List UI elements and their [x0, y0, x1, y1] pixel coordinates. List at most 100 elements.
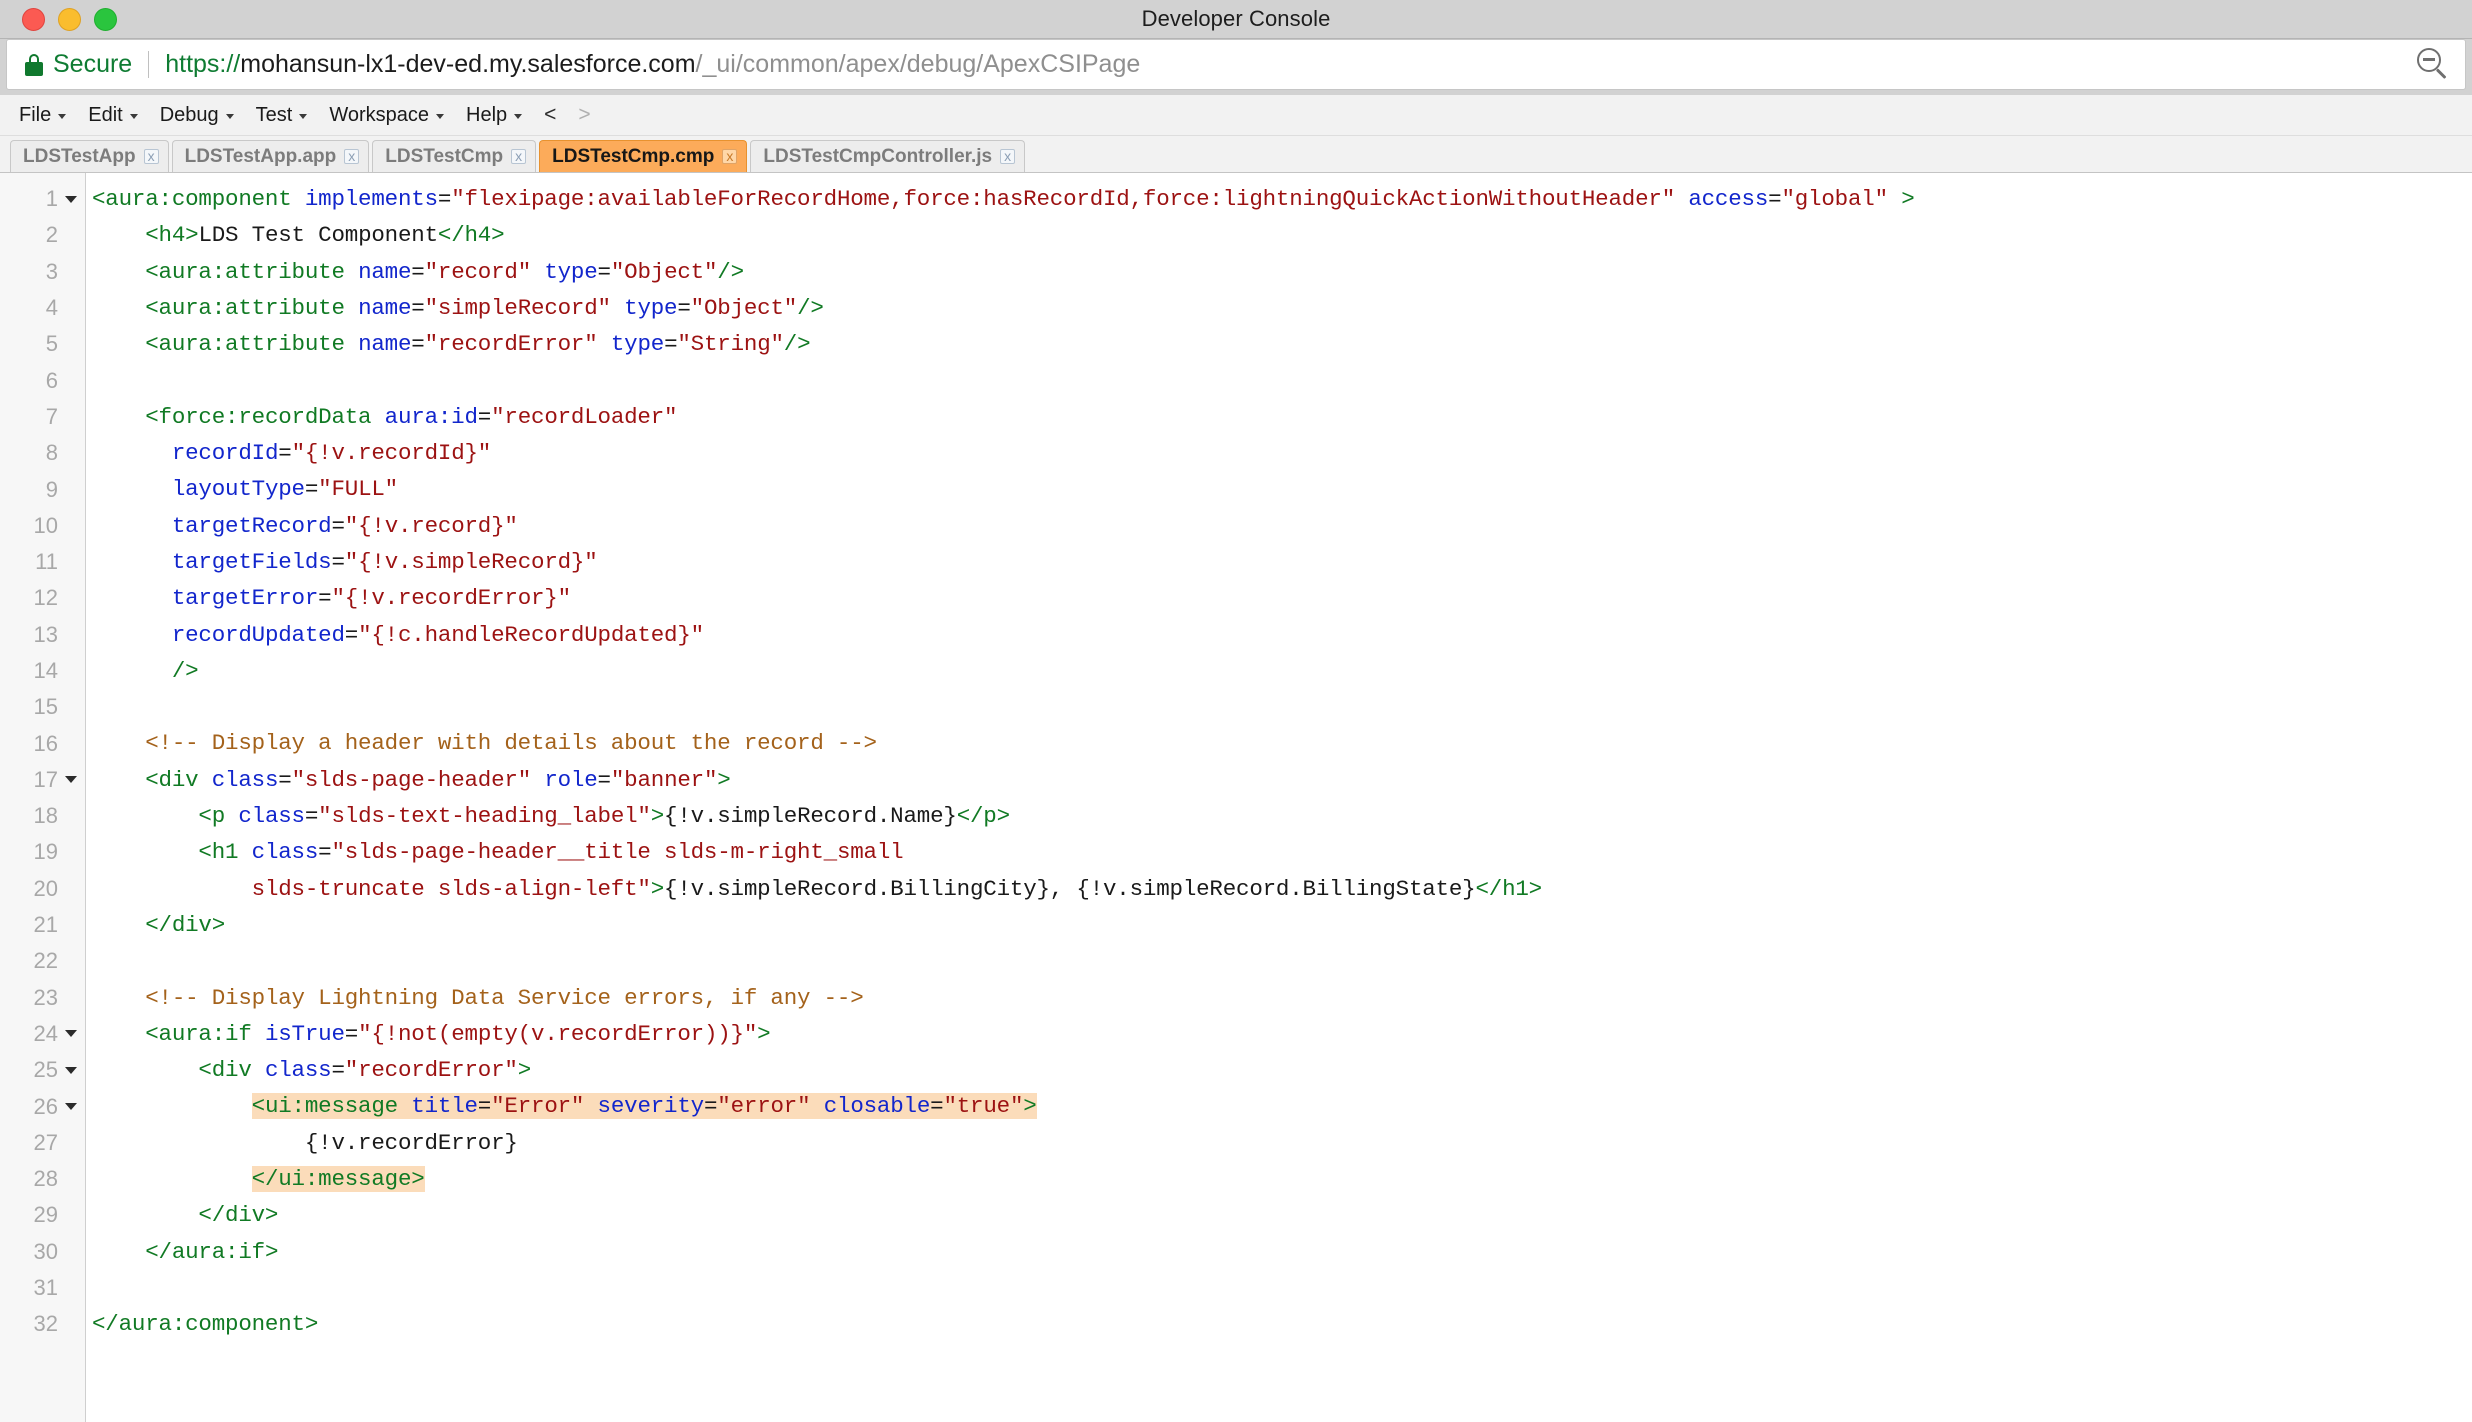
close-icon[interactable]: x [722, 149, 738, 164]
close-icon[interactable]: x [143, 149, 159, 164]
code-line[interactable]: </div> [86, 1197, 2472, 1233]
code-line[interactable]: <div class="slds-page-header" role="bann… [86, 762, 2472, 798]
code-line[interactable]: recordId="{!v.recordId}" [86, 435, 2472, 471]
code-editor[interactable]: 1 2 3 4 5 6 7 8 9 10 11 12 13 14 15 16 17 18 19 20 21 22 23 24 2… [0, 173, 2472, 1422]
editor-tab-ldstestcmpcontroller-js[interactable]: LDSTestCmpController.js x [750, 140, 1026, 172]
code-token-pun: = [331, 512, 345, 539]
code-line[interactable]: targetRecord="{!v.record}" [86, 508, 2472, 544]
zoom-out-icon[interactable] [2417, 47, 2451, 82]
fold-toggle-icon[interactable] [63, 1103, 79, 1111]
menu-edit-label: Edit [88, 103, 123, 126]
code-token-str: "slds-text-heading_label" [318, 803, 651, 830]
code-token-tag: <div [145, 766, 212, 793]
code-line[interactable]: {!v.recordError} [86, 1125, 2472, 1161]
code-line[interactable] [86, 362, 2472, 398]
code-line[interactable] [86, 1270, 2472, 1306]
code-content[interactable]: <aura:component implements = "flexipage:av… [86, 173, 2472, 1422]
url-text[interactable]: https://mohansun-lx1-dev-ed.my.salesforc… [165, 50, 2405, 79]
nav-next-button[interactable]: > [567, 95, 601, 135]
line-number-row: 10 [0, 508, 85, 544]
code-line[interactable]: <aura:component implements="flexipage:av… [86, 181, 2472, 217]
browser-toolbar: Secure https://mohansun-lx1-dev-ed.my.sa… [0, 39, 2472, 95]
menu-file[interactable]: File [8, 95, 77, 135]
line-number-row: 13 [0, 617, 85, 653]
code-token-str: "Error" [491, 1093, 585, 1120]
fold-toggle-icon[interactable] [63, 1030, 79, 1038]
fold-toggle-icon[interactable] [63, 776, 79, 784]
window-title: Developer Console [1141, 6, 1331, 31]
menu-file-label: File [19, 103, 52, 126]
code-token-pun: = [930, 1093, 944, 1120]
close-icon[interactable]: x [1000, 149, 1016, 164]
code-line[interactable]: targetError="{!v.recordError}" [86, 580, 2472, 616]
menu-test[interactable]: Test [245, 95, 319, 135]
line-number-row: 30 [0, 1234, 85, 1270]
code-line[interactable]: targetFields="{!v.simpleRecord}" [86, 544, 2472, 580]
code-token-str: "String" [677, 331, 784, 358]
code-token-txt: {!v.recordError} [92, 1129, 518, 1156]
editor-tab-ldstestapp-app[interactable]: LDSTestApp.app x [171, 140, 370, 172]
line-number-gutter: 1 2 3 4 5 6 7 8 9 10 11 12 13 14 15 16 17 18 19 20 21 22 23 24 2… [0, 173, 86, 1422]
code-line[interactable]: </ui:message> [86, 1161, 2472, 1197]
code-token-pun: = [278, 766, 292, 793]
code-line[interactable]: <aura:if isTrue="{!not(empty(v.recordErr… [86, 1016, 2472, 1052]
code-line[interactable]: <div class="recordError"> [86, 1052, 2472, 1088]
line-number-row: 14 [0, 653, 85, 689]
menu-workspace[interactable]: Workspace [318, 95, 455, 135]
menu-debug[interactable]: Debug [149, 95, 245, 135]
menu-help[interactable]: Help [455, 95, 533, 135]
menu-edit[interactable]: Edit [77, 95, 148, 135]
code-line[interactable]: <aura:attribute name="recordError" type=… [86, 326, 2472, 362]
code-token-str: "Object" [610, 258, 718, 285]
code-line[interactable]: /> [86, 653, 2472, 689]
menu-workspace-label: Workspace [329, 103, 429, 126]
editor-tab-ldstestcmp-cmp[interactable]: LDSTestCmp.cmp x [539, 140, 748, 172]
code-token-str: "banner" [610, 766, 718, 793]
address-bar-divider [148, 51, 150, 78]
line-number-row: 3 [0, 254, 85, 290]
code-line[interactable]: <aura:attribute name="record" type="Obje… [86, 254, 2472, 290]
code-token-tag: > [1901, 186, 1915, 212]
code-line[interactable]: <h4>LDS Test Component</h4> [86, 217, 2472, 253]
code-line[interactable]: layoutType="FULL" [86, 471, 2472, 507]
code-token-pun: = [677, 294, 691, 321]
code-token-tag: <aura:attribute [145, 331, 359, 358]
code-line[interactable]: <h1 class="slds-page-header__title slds-… [86, 834, 2472, 870]
code-token-str: "recordError" [424, 331, 598, 358]
code-line[interactable]: <!-- Display Lightning Data Service erro… [86, 980, 2472, 1016]
address-bar[interactable]: Secure https://mohansun-lx1-dev-ed.my.sa… [6, 39, 2466, 90]
code-line[interactable]: <aura:attribute name="simpleRecord" type… [86, 290, 2472, 326]
code-line[interactable]: recordUpdated="{!c.handleRecordUpdated}" [86, 617, 2472, 653]
code-line[interactable]: slds-truncate slds-align-left">{!v.simpl… [86, 871, 2472, 907]
code-line[interactable]: <ui:message title="Error" severity="erro… [86, 1088, 2472, 1124]
editor-tabbar: LDSTestApp x LDSTestApp.app x LDSTestCmp x LDS… [0, 136, 2472, 173]
editor-tab-ldstestapp[interactable]: LDSTestApp x [10, 140, 169, 172]
code-token-pun: = [437, 186, 452, 212]
code-token-pun: = [477, 403, 492, 430]
code-line[interactable]: <!-- Display a header with details about… [86, 725, 2472, 761]
nav-previous-button[interactable]: < [533, 95, 567, 135]
code-line[interactable]: </aura:if> [86, 1234, 2472, 1270]
code-line[interactable] [86, 943, 2472, 979]
code-token-attr: type [610, 331, 665, 358]
close-icon[interactable]: x [511, 149, 527, 164]
fold-toggle-icon[interactable] [63, 1066, 79, 1074]
editor-tab-ldstestcmp[interactable]: LDSTestCmp x [372, 140, 537, 172]
code-token-str: "recordLoader" [491, 403, 678, 430]
line-number: 18 [33, 803, 58, 829]
code-line[interactable]: </aura:component> [86, 1306, 2472, 1342]
close-icon[interactable]: x [344, 149, 360, 164]
code-token-pun: = [304, 803, 319, 830]
code-line[interactable]: </div> [86, 907, 2472, 943]
code-line[interactable] [86, 689, 2472, 725]
code-token-tag: > [650, 875, 665, 902]
code-line[interactable]: <p class="slds-text-heading_label">{!v.s… [86, 798, 2472, 834]
fold-toggle-icon[interactable] [63, 195, 79, 203]
code-line[interactable]: <force:recordData aura:id="recordLoader" [86, 399, 2472, 435]
chevron-down-icon [65, 195, 77, 203]
